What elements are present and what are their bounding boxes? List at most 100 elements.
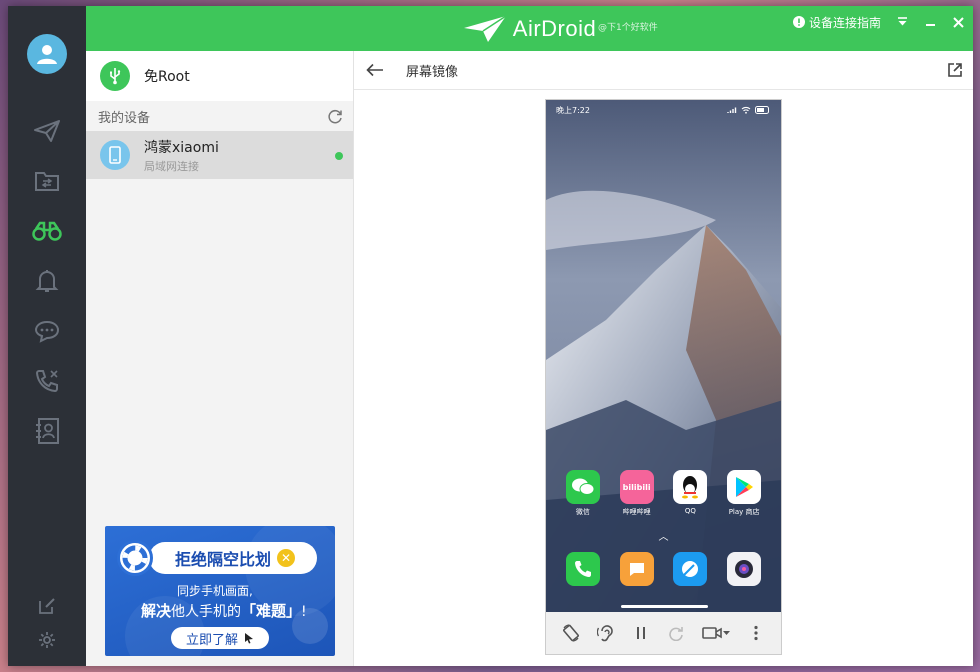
phone-status-bar: 晚上7:22 xyxy=(546,100,781,120)
phone-icon xyxy=(565,552,600,586)
promo-line-2: 解决他人手机的「难题」! xyxy=(141,602,307,620)
paper-plane-icon xyxy=(34,120,60,142)
record-button[interactable] xyxy=(700,622,732,644)
airdroid-logo-icon xyxy=(463,14,507,42)
refresh-mirror-button[interactable] xyxy=(665,622,687,644)
phone-frame: 晚上7:22 微信 bilibili 哔哩哔哩 QQ Play 商店 ︿ xyxy=(545,99,782,655)
cursor-icon xyxy=(245,633,253,644)
screen-mirror-area: 屏幕镜像 晚上7:22 微信 bilibili 哔哩哔哩 QQ Play 商店 … xyxy=(354,51,973,666)
app-label: Play 商店 xyxy=(728,508,760,516)
no-root-row[interactable]: 免Root xyxy=(86,51,353,101)
binoculars-icon xyxy=(32,221,62,241)
messages-icon xyxy=(619,552,654,586)
online-status-dot xyxy=(335,152,343,160)
wechat-icon xyxy=(565,470,600,504)
more-options-button[interactable] xyxy=(745,622,767,644)
phone-status-icons xyxy=(727,106,771,114)
device-connection-type: 局域网连接 xyxy=(144,159,199,173)
nav-transfer[interactable] xyxy=(8,106,86,156)
ear-icon xyxy=(597,625,613,642)
usb-icon xyxy=(110,68,121,85)
edit-icon xyxy=(39,598,55,614)
back-button[interactable] xyxy=(366,63,384,77)
browser-icon xyxy=(673,552,708,586)
nav-rail xyxy=(8,6,86,666)
connection-guide-link[interactable]: 设备连接指南 xyxy=(792,14,881,31)
home-indicator xyxy=(621,605,708,608)
device-badge xyxy=(100,140,130,170)
promo-banner[interactable]: 拒绝隔空比划 ✕ 同步手机画面, 解决他人手机的「难题」! 立即了解 xyxy=(105,526,335,656)
nav-contacts[interactable] xyxy=(8,406,86,456)
user-icon xyxy=(37,45,57,64)
dock-phone[interactable] xyxy=(563,552,603,586)
airdroid-logo: AirDroid xyxy=(463,14,596,44)
no-root-label: 免Root xyxy=(144,69,190,85)
dock-camera[interactable] xyxy=(724,552,764,586)
folder-transfer-icon xyxy=(35,172,59,191)
device-name: 鸿蒙xiaomi xyxy=(144,139,219,156)
phone-call-icon xyxy=(35,370,58,393)
nav-files[interactable] xyxy=(8,156,86,206)
dock-browser[interactable] xyxy=(670,552,710,586)
my-devices-header: 我的设备 xyxy=(86,101,353,131)
promo-cta-button[interactable]: 立即了解 xyxy=(171,627,269,649)
refresh-icon xyxy=(328,109,342,123)
dropdown-button[interactable] xyxy=(895,15,909,29)
nav-calls[interactable] xyxy=(8,356,86,406)
gear-icon xyxy=(39,632,55,648)
airdroid-window: AirDroid @下1个好软件 设备连接指南 免Root 我的设备 鸿蒙xia… xyxy=(8,6,973,666)
audio-button[interactable] xyxy=(595,622,617,644)
rotate-screen-button[interactable] xyxy=(560,622,582,644)
nav-remote-view[interactable] xyxy=(8,206,86,256)
title-bar: AirDroid @下1个好软件 设备连接指南 xyxy=(86,6,973,51)
app-label: QQ xyxy=(684,507,696,515)
nav-notifications[interactable] xyxy=(8,256,86,306)
app-label: 微信 xyxy=(575,508,590,516)
pop-out-button[interactable] xyxy=(947,62,963,82)
close-button[interactable] xyxy=(951,15,965,29)
bilibili-icon: bilibili xyxy=(619,470,654,504)
refresh-button[interactable] xyxy=(328,109,343,124)
dock-messages[interactable] xyxy=(617,552,657,586)
play-store-icon xyxy=(727,470,762,504)
settings-button[interactable] xyxy=(37,630,57,650)
contacts-icon xyxy=(36,418,59,444)
mirror-controls xyxy=(546,612,781,654)
device-panel: 免Root 我的设备 鸿蒙xiaomi 局域网连接 拒绝隔空比划 ✕ 同步手机画… xyxy=(86,51,354,666)
external-window-icon xyxy=(948,63,962,77)
lifebuoy-icon xyxy=(117,540,153,576)
chevron-up-icon: ︿ xyxy=(658,532,669,543)
minimize-button[interactable] xyxy=(923,15,937,29)
minimize-icon xyxy=(925,23,935,26)
promo-line-1: 同步手机画面, xyxy=(177,584,253,598)
usb-badge xyxy=(100,61,130,91)
qq-icon xyxy=(673,470,708,504)
close-icon xyxy=(952,16,964,28)
feedback-button[interactable] xyxy=(37,596,57,616)
device-row-xiaomi[interactable]: 鸿蒙xiaomi 局域网连接 xyxy=(86,131,353,179)
promo-title-pill: 拒绝隔空比划 ✕ xyxy=(149,542,317,574)
mirror-header: 屏幕镜像 xyxy=(354,51,973,90)
phone-screen[interactable]: 晚上7:22 微信 bilibili 哔哩哔哩 QQ Play 商店 ︿ xyxy=(546,100,781,612)
app-qq[interactable]: QQ xyxy=(670,470,710,517)
home-apps-row: 微信 bilibili 哔哩哔哩 QQ Play 商店 xyxy=(546,470,781,517)
connection-guide-label: 设备连接指南 xyxy=(808,15,881,30)
mirror-title: 屏幕镜像 xyxy=(406,64,459,80)
arrow-left-icon xyxy=(366,63,383,77)
avatar[interactable] xyxy=(27,34,67,74)
promo-title: 拒绝隔空比划 xyxy=(175,550,272,569)
app-bilibili[interactable]: bilibili 哔哩哔哩 xyxy=(617,470,657,517)
smartphone-icon xyxy=(109,146,121,164)
camera-icon xyxy=(727,552,762,586)
promo-cta-label: 立即了解 xyxy=(185,632,238,648)
video-camera-icon xyxy=(701,627,730,639)
dock-row xyxy=(546,552,781,586)
phone-status-time: 晚上7:22 xyxy=(556,105,590,115)
app-label: 哔哩哔哩 xyxy=(622,508,651,516)
pause-icon xyxy=(637,627,646,639)
pause-button[interactable] xyxy=(630,622,652,644)
app-play-store[interactable]: Play 商店 xyxy=(724,470,764,517)
nav-messages[interactable] xyxy=(8,306,86,356)
chat-bubble-icon xyxy=(34,320,60,343)
app-wechat[interactable]: 微信 xyxy=(563,470,603,517)
